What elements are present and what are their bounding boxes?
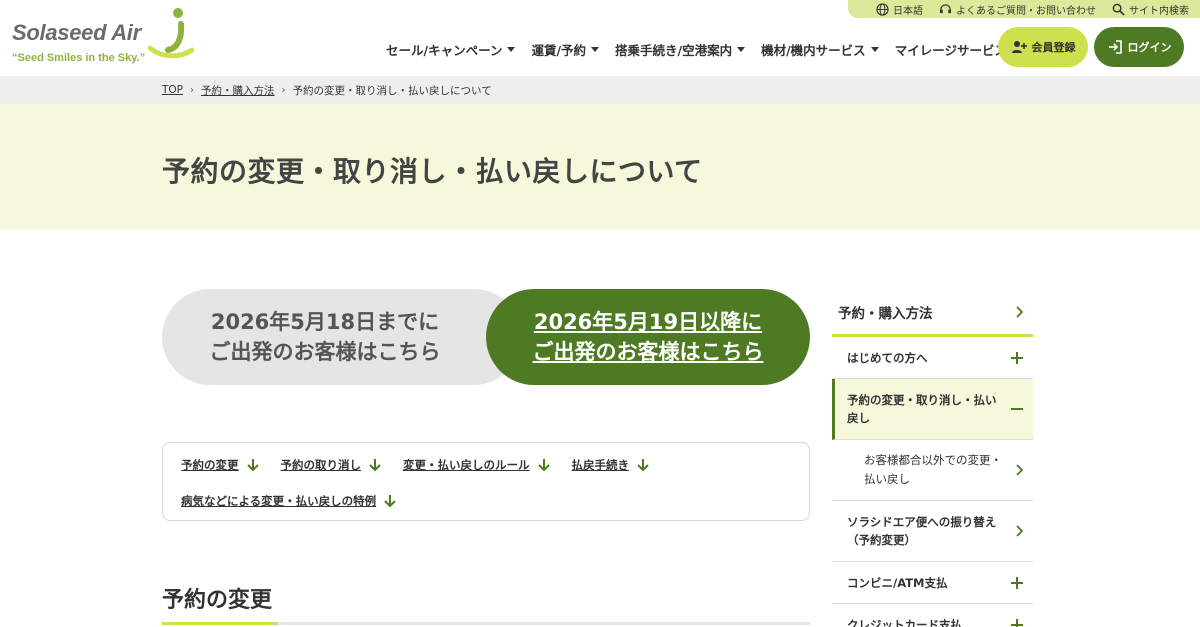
sidenav-subitem-label-line1: お客様都合以外での変更・ [864,453,1002,467]
sidenav-item-first-time[interactable]: はじめての方へ [832,337,1033,379]
departure-date-switch: 2026年5月18日までに ご出発のお客様はこちら 2026年5月19日以降に … [162,289,810,385]
before-date-line1: 2026年5月18日までに [210,310,440,334]
plus-icon [1011,618,1023,627]
nav-label: 機材/機内サービス [761,43,866,58]
section-heading: 予約の変更 [162,588,273,613]
login-button[interactable]: ログイン [1094,27,1184,67]
minus-icon [1011,408,1023,410]
arrow-down-icon [384,495,396,508]
sidenav-item-label-line1: 予約の変更・取り消し・払い [847,393,997,407]
chevron-right-icon [1016,306,1023,318]
before-date-tab[interactable]: 2026年5月18日までに ご出発のお客様はこちら [162,289,522,385]
nav-label: 搭乗手続き/空港案内 [615,43,733,58]
arrow-down-icon [369,459,381,472]
login-label: ログイン [1127,41,1172,54]
sidenav-item-label: ソラシドエア便への振り替え （予約変更） [847,513,996,549]
sidenav-item-transfer-to-solaseed[interactable]: ソラシドエア便への振り替え （予約変更） [832,501,1033,562]
solaseed-air-logo[interactable]: Solaseed Air “Seed Smiles in the Sky.” [12,4,194,70]
arrow-down-icon [637,459,649,472]
sidenav-item-label-line1: ソラシドエア便への振り替え [847,515,997,529]
caret-down-icon [737,47,746,52]
anchor-row: 予約の変更 予約の取り消し 変更・払い戻しのルール 払戻手続き [181,455,791,475]
chevron-right-icon [1016,525,1023,537]
globe-icon [876,2,889,16]
arrow-down-icon [537,459,550,472]
side-navigation: 予約・購入方法 はじめての方へ 予約の変更・取り消し・払い 戻し お客様都合以外で… [832,290,1033,627]
nav-label: セール/キャンペーン [386,43,503,58]
search-icon [1112,3,1125,16]
anchor-illness-special-link[interactable]: 病気などによる変更・払い戻しの特例 [181,493,396,509]
faq-contact-link[interactable]: よくあるご質問・お問い合わせ [939,2,1096,17]
chevron-right-icon: › [281,84,286,96]
nav-label: 運賃/予約 [531,43,587,58]
nav-aircraft-service[interactable]: 機材/機内サービス [761,40,879,59]
page-title: 予約の変更・取り消し・払い戻しについて [162,155,703,188]
site-header: Solaseed Air “Seed Smiles in the Sky.” 日… [0,0,1200,76]
logo-tagline: “Seed Smiles in the Sky.” [12,52,146,64]
logo-wordmark: Solaseed Air [12,20,141,45]
sidenav-subitem-non-customer-reasons[interactable]: お客様都合以外での変更・ 払い戻し [832,440,1033,501]
page-anchor-links: 予約の変更 予約の取り消し 変更・払い戻しのルール 払戻手続き 病気などによる変… [162,442,810,521]
arrow-down-icon [246,459,259,472]
sidenav-item-label: クレジットカード支払 [847,617,962,627]
sidenav-heading[interactable]: 予約・購入方法 [832,290,1033,337]
nav-fare-reservation[interactable]: 運賃/予約 [531,40,600,59]
anchor-rules-link[interactable]: 変更・払い戻しのルール [403,457,550,473]
page-hero: 予約の変更・取り消し・払い戻しについて [0,104,1200,230]
sidenav-subitem-label: お客様都合以外での変更・ 払い戻し [864,451,1002,489]
chevron-right-icon [1016,464,1023,476]
anchor-cancel-link[interactable]: 予約の取り消し [281,457,382,473]
language-label: 日本語 [893,5,923,17]
language-link[interactable]: 日本語 [876,2,923,17]
sidenav-item-convenience-atm[interactable]: コンビニ/ATM支払 [832,562,1033,604]
caret-down-icon [591,47,600,52]
anchor-label: 変更・払い戻しのルール [403,458,530,472]
before-date-line2: ご出発のお客様はこちら [209,340,441,364]
caret-down-icon [870,47,879,52]
section-divider-accent [162,622,278,625]
global-nav: セール/キャンペーン 運賃/予約 搭乗手続き/空港案内 機材/機内サービス マイ… [386,40,1036,59]
login-icon [1108,40,1122,54]
user-plus-icon [1011,41,1027,53]
sidenav-item-label-line2: （予約変更） [847,533,916,547]
anchor-row: 病気などによる変更・払い戻しの特例 [181,491,791,511]
plus-icon [1011,576,1023,589]
site-search-label: サイト内検索 [1129,5,1189,17]
logo-smile-icon [148,8,194,59]
sidenav-item-label: コンビニ/ATM支払 [847,575,948,590]
headset-icon [939,3,952,13]
sidenav-item-label: 予約の変更・取り消し・払い 戻し [847,391,997,427]
anchor-label: 予約の取り消し [280,458,362,472]
nav-sale-campaign[interactable]: セール/キャンペーン [386,40,516,59]
after-date-line2: ご出発のお客様はこちら [532,340,764,364]
sidenav-item-label-line2: 戻し [847,411,870,425]
sidenav-subitem-label-line2: 払い戻し [864,472,910,486]
anchor-label: 払戻手続き [571,458,630,472]
sidenav-item-label: はじめての方へ [847,350,928,365]
anchor-label: 病気などによる変更・払い戻しの特例 [181,494,377,508]
breadcrumb-current: 予約の変更・取り消し・払い戻しについて [292,84,492,97]
faq-contact-label: よくあるご質問・お問い合わせ [956,5,1096,17]
nav-checkin-airport[interactable]: 搭乗手続き/空港案内 [615,40,746,59]
breadcrumb-purchase-link[interactable]: 予約・購入方法 [201,83,275,98]
register-label: 会員登録 [1031,41,1076,54]
sidenav-item-change-cancel-refund[interactable]: 予約の変更・取り消し・払い 戻し [832,379,1033,440]
breadcrumb: TOP › 予約・購入方法 › 予約の変更・取り消し・払い戻しについて [0,76,1200,104]
breadcrumb-top-link[interactable]: TOP [162,84,183,96]
sidenav-item-credit-card[interactable]: クレジットカード支払 [832,604,1033,627]
anchor-change-link[interactable]: 予約の変更 [181,457,259,473]
anchor-refund-link[interactable]: 払戻手続き [572,457,650,473]
utility-bar: 日本語 よくあるご質問・お問い合わせ サイト内検索 [848,0,1200,18]
sidenav-heading-label: 予約・購入方法 [838,306,933,322]
nav-label: マイレージサービス [894,43,1007,58]
anchor-label: 予約の変更 [181,458,239,472]
plus-icon [1011,351,1023,364]
caret-down-icon [507,47,516,52]
after-date-line1: 2026年5月19日以降に [533,310,763,334]
site-search-link[interactable]: サイト内検索 [1112,2,1189,17]
register-button[interactable]: 会員登録 [998,27,1088,67]
after-date-tab[interactable]: 2026年5月19日以降に ご出発のお客様はこちら [486,289,810,385]
chevron-right-icon: › [190,84,195,96]
